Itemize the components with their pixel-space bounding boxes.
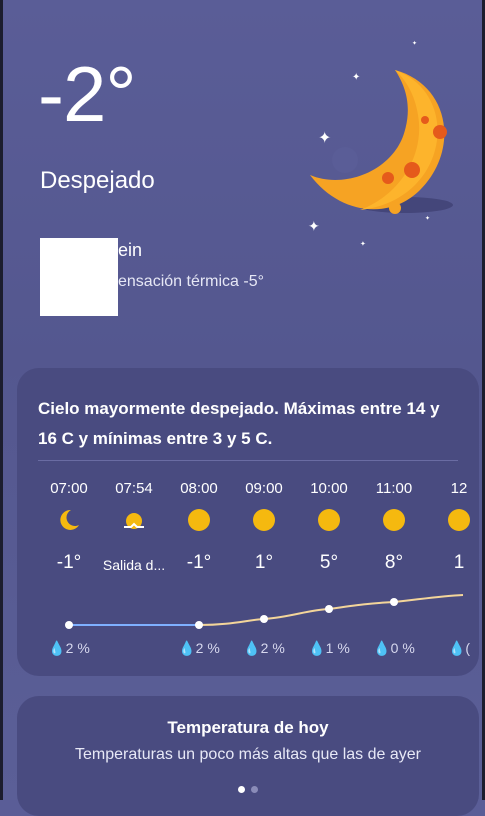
today-card-text: Temperaturas un poco más altas que las d… — [75, 746, 421, 763]
star-icon: ✦ — [425, 216, 431, 222]
current-temperature: -2° — [38, 50, 137, 138]
sun-icon — [318, 509, 340, 531]
feels-like-label: ensación térmica -5° — [118, 273, 265, 290]
hourly-forecast-card[interactable]: Cielo mayormente despejado. Máximas entr… — [17, 368, 479, 676]
hour-temp: -1° — [186, 552, 212, 573]
star-icon: ✦ — [318, 130, 332, 147]
moon-icon — [60, 509, 79, 530]
star-icon: ✦ — [412, 41, 418, 47]
hour-temp: 8° — [384, 552, 404, 573]
hourly-list[interactable]: 07:00 -1° 💧2 % 07:54 Salida d... 08:00 -… — [17, 468, 479, 668]
hour-precip: 💧( — [447, 640, 471, 656]
hour-precip: 💧1 % — [308, 640, 350, 656]
today-card-title: Temperatura de hoy — [167, 718, 329, 737]
star-icon: ✦ — [360, 241, 366, 248]
star-icon: ✦ — [308, 218, 320, 234]
sun-icon — [448, 509, 470, 531]
hour-precip: 💧2 % — [243, 640, 285, 656]
hour-time: 09:00 — [245, 480, 283, 497]
hour-temp: 1 — [453, 552, 465, 573]
hour-precip: 💧2 % — [48, 640, 90, 656]
hour-temp: 5° — [319, 552, 339, 573]
divider — [38, 460, 458, 461]
hour-temp: 1° — [254, 552, 274, 573]
hour-time: 07:00 — [50, 480, 88, 497]
hour-time: 08:00 — [180, 480, 218, 497]
screen-edge-left — [0, 0, 3, 800]
hour-time: 07:54 — [115, 480, 153, 497]
sunrise-icon — [124, 513, 144, 529]
hour-temp: Salida d... — [102, 557, 166, 573]
page-dot — [251, 786, 258, 793]
hour-temp: -1° — [56, 552, 82, 573]
sun-icon — [188, 509, 210, 531]
page-dot-active — [238, 786, 245, 793]
forecast-summary: Cielo mayormente despejado. Máximas entr… — [38, 399, 440, 448]
sun-icon — [383, 509, 405, 531]
hour-time: 11:00 — [375, 480, 413, 497]
hour-precip: 💧0 % — [373, 640, 415, 656]
page-indicator — [235, 780, 261, 798]
location-label[interactable]: ein — [118, 240, 142, 261]
hour-time: 12 — [450, 480, 468, 497]
hour-time: 10:00 — [310, 480, 348, 497]
star-icon: ✦ — [352, 72, 361, 83]
hour-precip: 💧2 % — [178, 640, 220, 656]
today-temperature-card[interactable]: Temperatura de hoy Temperaturas un poco … — [17, 696, 479, 816]
redacted-block — [40, 238, 118, 316]
current-condition: Despejado — [40, 167, 155, 194]
sun-icon — [253, 509, 275, 531]
